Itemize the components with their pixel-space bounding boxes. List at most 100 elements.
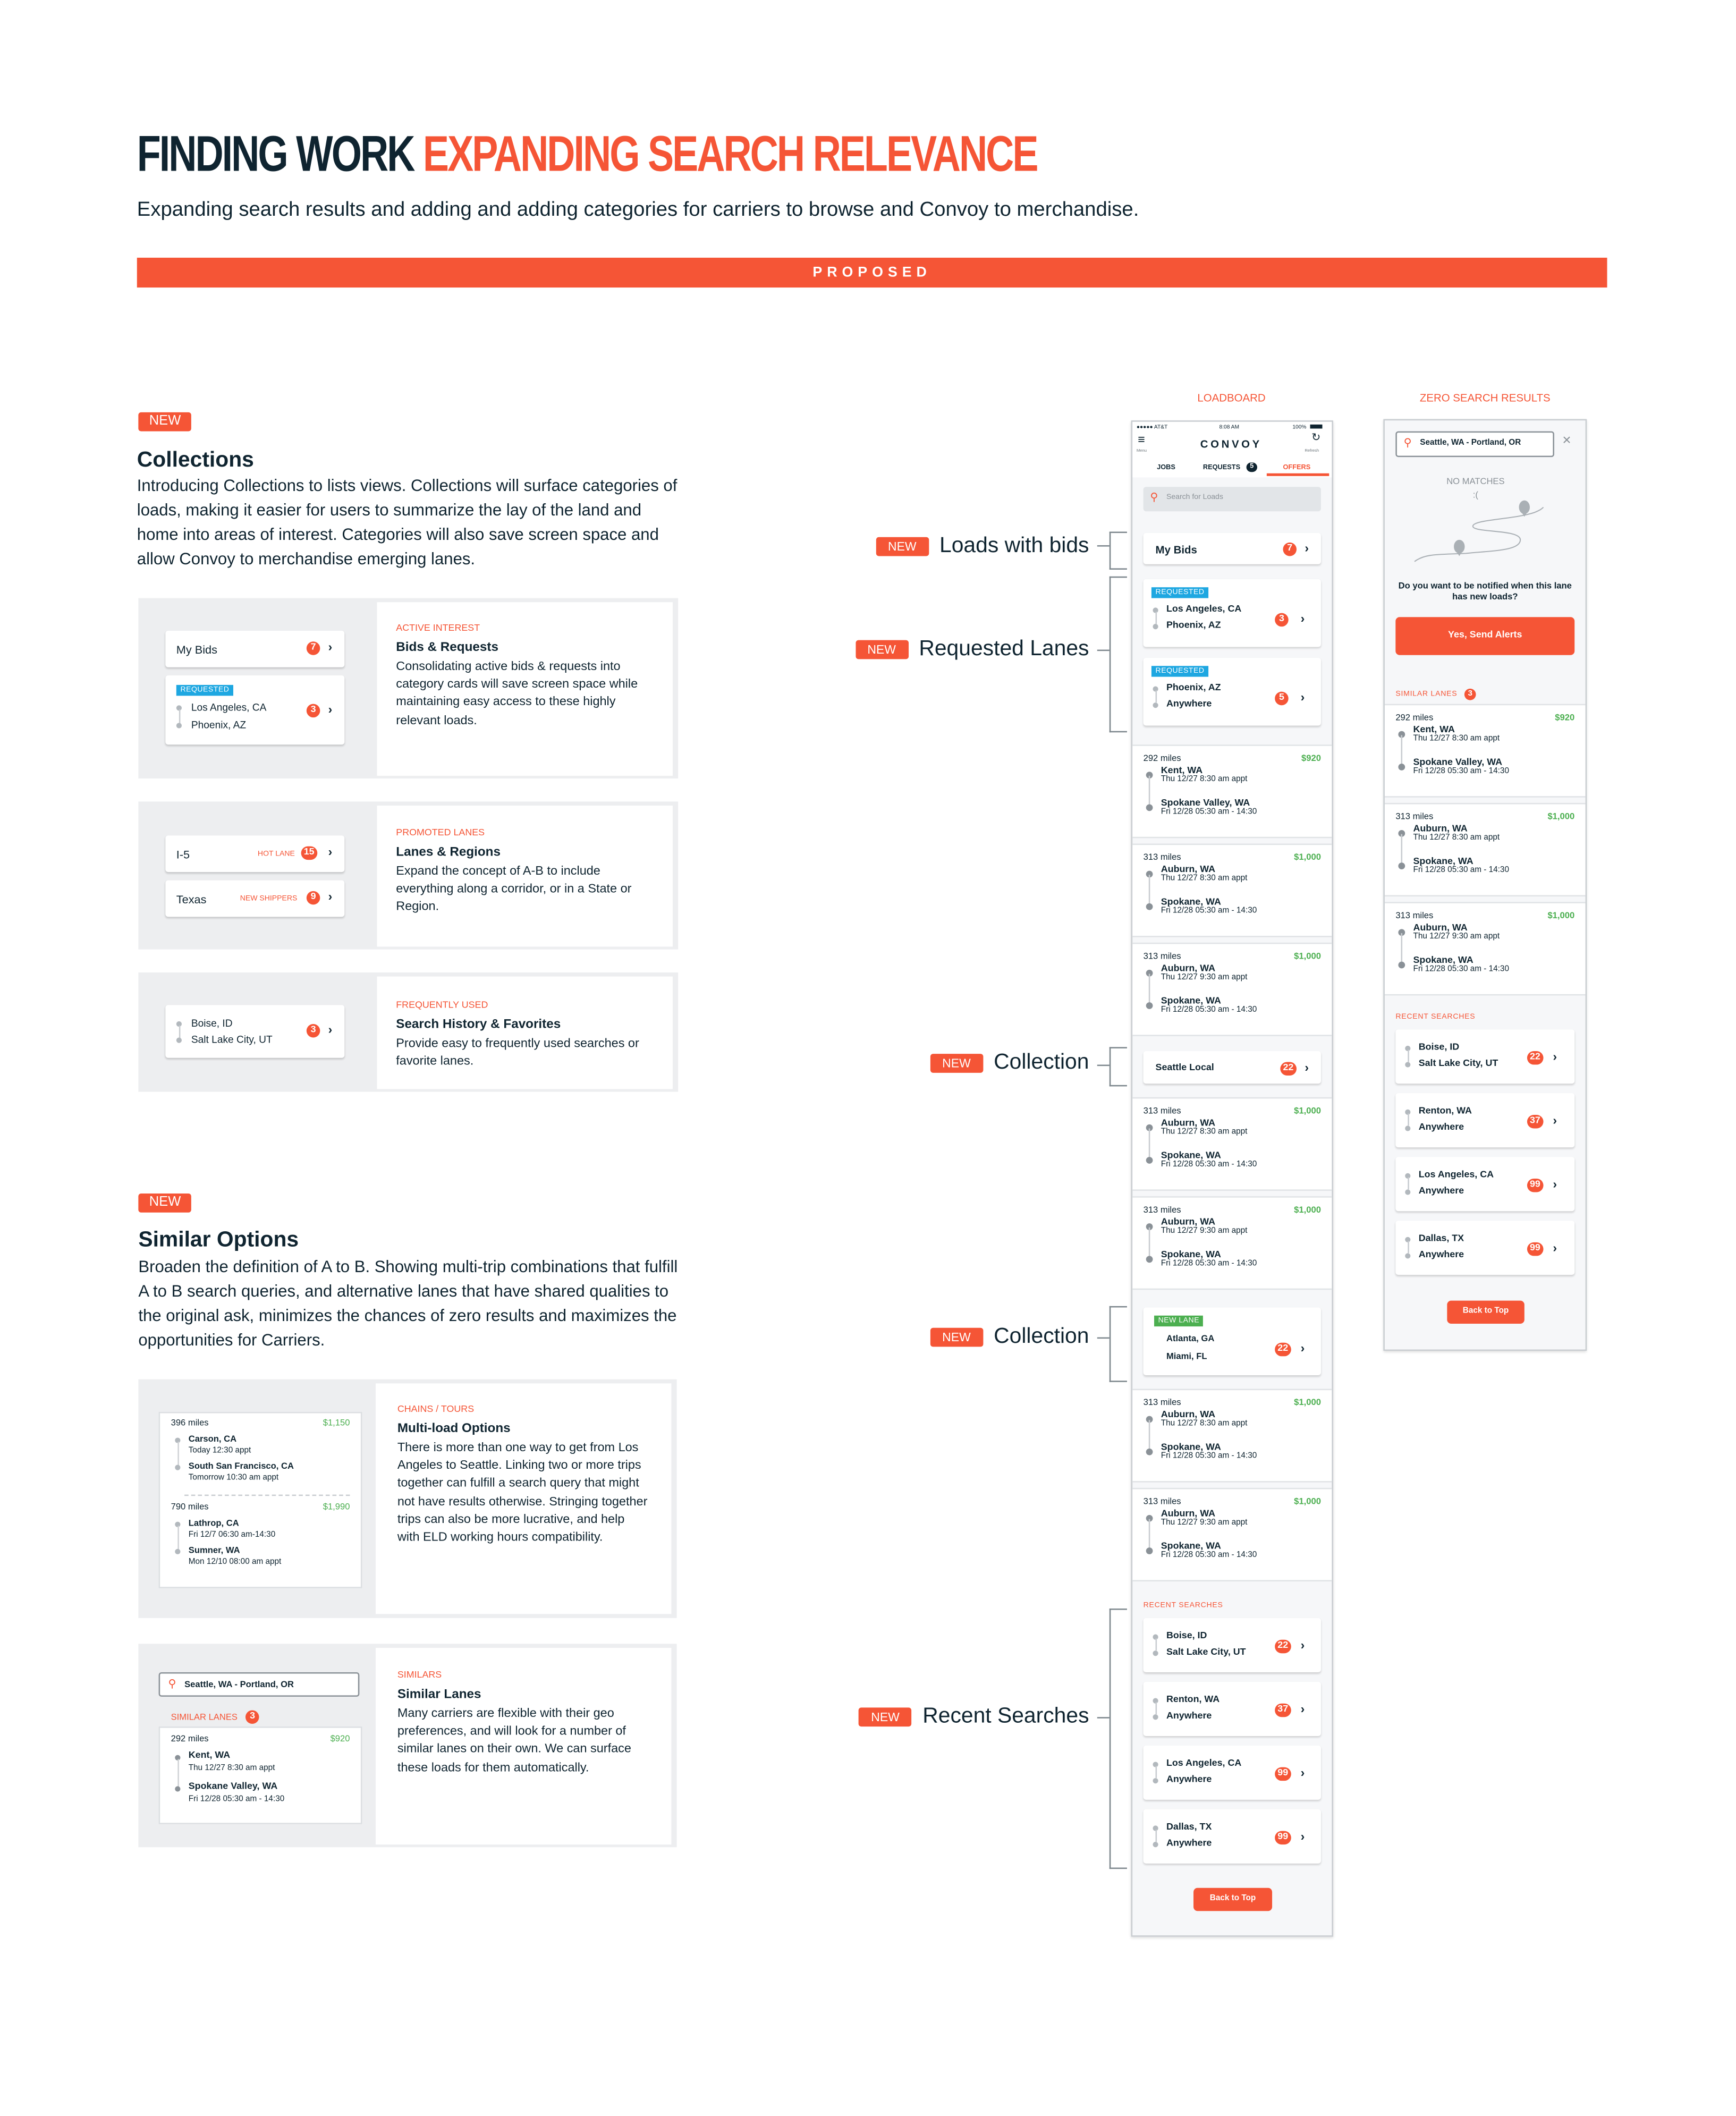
load-card[interactable]: 313 miles $1,000 Auburn, WA Thu 12/27 9:30 … <box>1132 1487 1332 1581</box>
origin-stop: Auburn, WA Thu 12/27 8:30 am appt <box>1161 1119 1248 1137</box>
destination-city: Salt Lake City, UT <box>1418 1059 1498 1069</box>
menu-label: Menu <box>1136 447 1147 453</box>
origin-city: Renton, WA <box>1418 1106 1472 1116</box>
multiload-card[interactable]: 396 miles $1,150 Carson, CA Today 12:30 … <box>158 1411 362 1588</box>
destination-dot-icon <box>1153 1842 1158 1848</box>
destination-city: Anywhere <box>1418 1187 1464 1197</box>
destination-time: Tomorrow 10:30 am appt <box>188 1474 279 1483</box>
region-tag: NEW SHIPPERS <box>240 895 298 903</box>
recent-search-card[interactable]: Los Angeles, CA Anywhere 99 › <box>1143 1745 1321 1800</box>
destination-city: Anywhere <box>1166 1712 1212 1721</box>
search-input[interactable]: ⚲ Seattle, WA - Portland, OR <box>1395 431 1554 458</box>
chevron-right-icon: › <box>1553 1177 1557 1191</box>
destination-city: Phoenix, AZ <box>191 718 247 731</box>
feature-panel-history: Boise, ID Salt Lake City, UT 3 › FREQUEN… <box>138 972 679 1092</box>
load-card[interactable]: 313 miles $1,000 Auburn, WA Thu 12/27 9:30 … <box>1384 902 1586 996</box>
count-badge: 5 <box>1275 691 1289 706</box>
load-card[interactable]: 313 miles $1,000 Auburn, WA Thu 12/27 9:30 … <box>1132 1196 1332 1290</box>
chevron-right-icon: › <box>1553 1049 1557 1064</box>
recent-search-card[interactable]: Renton, WA Anywhere 37 › <box>1143 1681 1321 1736</box>
load-card[interactable]: 313 miles $1,000 Auburn, WA Thu 12/27 8:30 … <box>1132 1097 1332 1191</box>
count-badge: 15 <box>301 846 317 860</box>
count-badge: 3 <box>1275 613 1289 627</box>
collection-card[interactable]: Seattle Local 22 › <box>1143 1051 1321 1084</box>
load-card[interactable]: 292 miles $920 Kent, WA Thu 12/27 8:30 a… <box>158 1726 362 1824</box>
destination-city: Salt Lake City, UT <box>191 1033 273 1046</box>
price: $1,000 <box>1294 853 1321 863</box>
send-alerts-button[interactable]: Yes, Send Alerts <box>1395 617 1575 655</box>
origin-stop: Auburn, WA Thu 12/27 9:30 am appt <box>1161 1510 1248 1527</box>
chevron-right-icon: › <box>328 640 333 654</box>
feature-title: Multi-load Options <box>397 1421 511 1436</box>
section-description: Broaden the definition of A to B. Showin… <box>138 1257 678 1350</box>
recent-search-card[interactable]: Renton, WA Anywhere 37 › <box>1395 1093 1575 1148</box>
destination-city: Spokane, WA <box>1161 1151 1221 1161</box>
annotation-requested-lanes: NEW Requested Lanes <box>855 638 1089 662</box>
load-card[interactable]: 313 miles $1,000 Auburn, WA Thu 12/27 8:30 … <box>1132 843 1332 937</box>
destination-time: Fri 12/28 05:30 am - 14:30 <box>188 1796 285 1804</box>
requested-lane-card[interactable]: REQUESTED Los Angeles, CA Phoenix, AZ 3 › <box>1143 579 1321 647</box>
miles: 292 miles <box>1395 713 1434 723</box>
feature-title: Search History & Favorites <box>396 1017 561 1032</box>
miles: 313 miles <box>1143 853 1181 863</box>
back-to-top-button[interactable]: Back to Top <box>1193 1888 1273 1911</box>
column-label: LOADBOARD <box>1197 392 1266 404</box>
origin-city: Auburn, WA <box>1413 924 1468 933</box>
destination-time: Fri 12/28 05:30 am - 14:30 <box>1413 767 1509 776</box>
destination-city: Phoenix, AZ <box>1166 621 1221 631</box>
feature-panel-lanes: I-5 HOT LANE 15 › Texas NEW SHIPPERS 9 ›… <box>138 801 679 950</box>
load-card[interactable]: 292 miles $920 Kent, WA Thu 12/27 8:30 am a… <box>1384 704 1586 798</box>
new-tag-label: NEW <box>138 1194 192 1213</box>
recent-search-card[interactable]: Boise, ID Salt Lake City, UT 22 › <box>1395 1029 1575 1084</box>
requested-lane-card[interactable]: REQUESTED Phoenix, AZ Anywhere 5 › <box>1143 657 1321 726</box>
requested-lane-card[interactable]: REQUESTED Los Angeles, CA Phoenix, AZ 3 … <box>165 675 345 745</box>
origin-time: Thu 12/27 8:30 am appt <box>1161 775 1248 784</box>
origin-time: Thu 12/27 8:30 am appt <box>1413 735 1500 743</box>
route-line <box>1155 1702 1156 1715</box>
battery-icon <box>1310 424 1323 429</box>
app-header: ●●●●● AT&T 8:08 AM 100% ≡ Menu CONVOY ↻ … <box>1132 421 1332 478</box>
recent-search-card[interactable]: Los Angeles, CA Anywhere 99 › <box>1395 1157 1575 1212</box>
destination-city: Anywhere <box>1418 1123 1464 1133</box>
recent-search-card[interactable]: Boise, ID Salt Lake City, UT 22 › <box>1143 1618 1321 1672</box>
destination-time: Fri 12/28 05:30 am - 14:30 <box>1161 1006 1257 1015</box>
destination-dot-icon <box>176 1037 182 1043</box>
search-input[interactable]: ⚲ Search for Loads <box>1143 487 1321 512</box>
region-card[interactable]: Texas NEW SHIPPERS 9 › <box>165 880 345 917</box>
price: $920 <box>1555 713 1575 723</box>
menu-icon[interactable]: ≡ <box>1138 433 1145 446</box>
recent-search-card[interactable]: Boise, ID Salt Lake City, UT 3 › <box>165 1005 345 1058</box>
load-card[interactable]: 313 miles $1,000 Auburn, WA Thu 12/27 8:30 … <box>1384 802 1586 897</box>
recent-search-card[interactable]: Dallas, TX Anywhere 99 › <box>1395 1221 1575 1275</box>
my-bids-card[interactable]: My Bids 7 › <box>165 630 345 667</box>
load-card[interactable]: 292 miles $920 Kent, WA Thu 12/27 8:30 am a… <box>1132 744 1332 839</box>
title-accent: EXPANDING SEARCH RELEVANCE <box>422 126 1039 182</box>
chevron-right-icon: › <box>1305 541 1309 555</box>
destination-dot-icon <box>1405 1125 1411 1131</box>
search-input[interactable]: ⚲ Seattle, WA - Portland, OR <box>158 1672 360 1697</box>
load-card[interactable]: 313 miles $1,000 Auburn, WA Thu 12/27 8:30 … <box>1132 1389 1332 1483</box>
load-card[interactable]: 313 miles $1,000 Auburn, WA Thu 12/27 9:30 … <box>1132 942 1332 1036</box>
origin-city: Auburn, WA <box>1161 1119 1216 1129</box>
back-to-top-button[interactable]: Back to Top <box>1447 1300 1525 1324</box>
chevron-right-icon: › <box>1553 1241 1557 1255</box>
status-banner: PROPOSED <box>137 257 1607 288</box>
tab-requests[interactable]: REQUESTS <box>1203 464 1240 472</box>
tab-offers[interactable]: OFFERS <box>1283 464 1310 472</box>
route-line <box>177 1442 179 1467</box>
miles: 292 miles <box>1143 754 1181 764</box>
destination-dot-icon <box>1146 1448 1153 1455</box>
lane-card[interactable]: I-5 HOT LANE 15 › <box>165 835 345 873</box>
refresh-icon[interactable]: ↻ <box>1311 432 1320 443</box>
route-line <box>177 1759 179 1788</box>
recent-search-card[interactable]: Dallas, TX Anywhere 99 › <box>1143 1809 1321 1864</box>
tab-jobs[interactable]: JOBS <box>1157 464 1175 472</box>
destination-dot-icon <box>176 723 182 729</box>
annotation-connector <box>1097 1717 1110 1719</box>
price: $920 <box>330 1734 350 1745</box>
destination-city: Spokane Valley, WA <box>188 1782 278 1792</box>
close-icon[interactable]: × <box>1562 433 1571 449</box>
chevron-right-icon: › <box>1300 1766 1305 1780</box>
my-bids-card[interactable]: My Bids 7 › <box>1143 533 1321 564</box>
collection-card[interactable]: NEW LANE Atlanta, GA Miami, FL 22 › <box>1143 1307 1321 1376</box>
